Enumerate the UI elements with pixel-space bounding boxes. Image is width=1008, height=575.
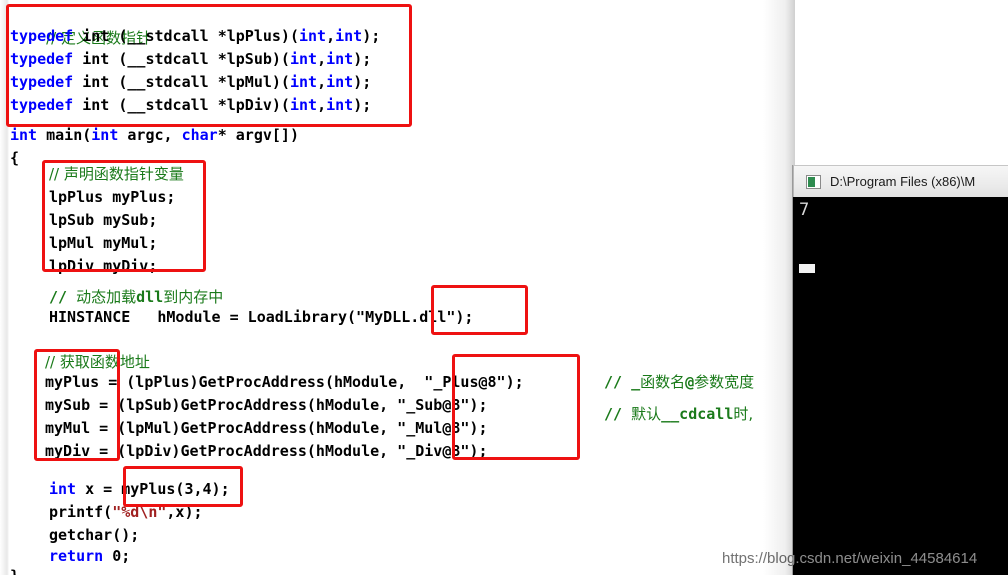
keyword-return: return <box>49 547 104 565</box>
keyword-int: int <box>91 126 119 144</box>
code-line-open-brace: { <box>10 147 19 170</box>
code-line-main-signature: int main(int argc, char* argv[]) <box>10 124 299 147</box>
code-fragment: printf( <box>49 503 113 521</box>
comment-text: 函数名 <box>640 373 686 391</box>
code-fragment: HINSTANCE hModule = LoadLibrary( <box>49 308 357 326</box>
code-line-return: return 0; <box>49 545 130 568</box>
comment-text: 到内存中 <box>163 288 224 306</box>
comment-text: // <box>604 405 632 423</box>
code-fragment: { <box>10 149 20 167</box>
comment-text: 默认 <box>631 405 662 423</box>
annotation-box-declarations <box>42 160 206 272</box>
side-comment-symbol-format: // _函数名@参数宽度 <box>604 371 754 394</box>
comment-text: // <box>49 288 77 306</box>
code-fragment: argc, <box>118 126 182 144</box>
screenshot-root: // 定义函数指针 typedef int (__stdcall *lpPlus… <box>0 0 1008 575</box>
keyword-int: int <box>49 480 77 498</box>
annotation-box-loadlibrary <box>431 285 528 335</box>
console-output-text: 7 <box>799 200 810 220</box>
code-fragment: getchar(); <box>49 526 140 544</box>
annotation-box-typedefs <box>6 4 412 127</box>
console-title-text: D:\Program Files (x86)\M <box>830 174 976 189</box>
code-line-loadlibrary: HINSTANCE hModule = LoadLibrary("MyDLL.d… <box>49 306 473 329</box>
console-titlebar[interactable]: D:\Program Files (x86)\M <box>793 165 1008 197</box>
comment-text: __cdcall <box>661 405 734 423</box>
comment-text: 参数宽度 <box>694 373 755 391</box>
edge-fade-overlay <box>763 0 795 575</box>
console-output-area[interactable]: 7 <box>794 197 1008 575</box>
keyword-char: char <box>181 126 218 144</box>
code-fragment: } <box>10 567 19 575</box>
comment-text: // _ <box>604 373 641 391</box>
code-fragment: x = <box>76 480 122 498</box>
comment-text: dll <box>136 288 164 306</box>
code-fragment: * argv[]) <box>217 126 299 144</box>
annotation-box-pointer-names <box>34 349 120 461</box>
side-comment-cdecl-note: // 默认__cdcall时, <box>604 403 753 426</box>
code-fragment: 0; <box>103 547 131 565</box>
console-cursor <box>799 264 815 273</box>
code-line-close-brace: } <box>10 565 19 575</box>
code-line-getchar: getchar(); <box>49 524 139 547</box>
console-app-icon <box>806 174 821 189</box>
comment-text: 时, <box>733 405 754 423</box>
console-window[interactable]: D:\Program Files (x86)\M 7 <box>793 165 1008 575</box>
comment-text: 动态加载 <box>76 288 137 306</box>
keyword-int: int <box>10 126 38 144</box>
comment-text: @ <box>685 373 695 391</box>
annotation-box-call-site <box>123 466 243 507</box>
code-fragment: main( <box>37 126 92 144</box>
annotation-box-symbol-names <box>452 354 580 460</box>
